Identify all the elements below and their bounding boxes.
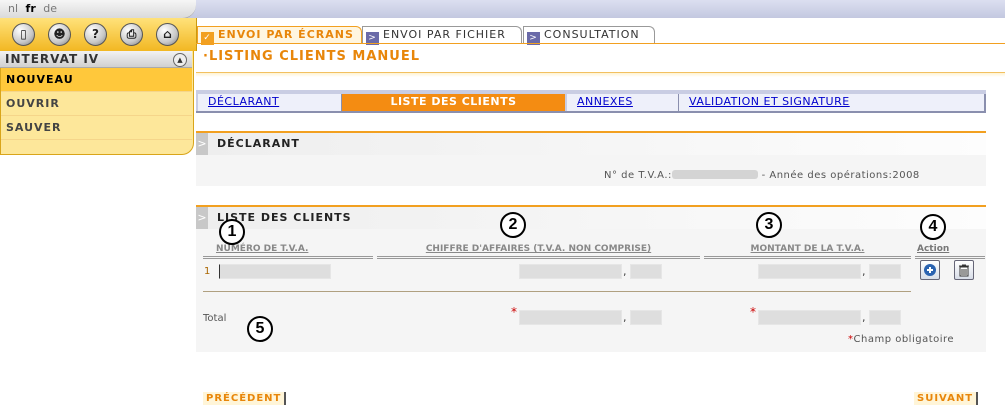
lang-fr[interactable]: fr <box>26 2 36 15</box>
vat-amount-cents-input[interactable] <box>869 264 901 279</box>
col-header-turnover: CHIFFRE D'AFFAIRES (T.V.A. NON COMPRISE) <box>377 242 700 259</box>
user-icon[interactable]: ☻ <box>48 23 71 46</box>
vat-number-redacted <box>671 170 758 179</box>
icon-toolbar: ▯ ☻ ? ⎙ ⌂ <box>0 18 197 51</box>
subtab-annexes[interactable]: ANNEXES <box>567 94 680 111</box>
lang-nl[interactable]: nl <box>8 2 18 15</box>
add-icon <box>924 264 936 276</box>
decimal-separator: , <box>623 265 627 278</box>
required-note: *Champ obligatoire <box>848 334 954 345</box>
total-label: Total <box>203 313 227 324</box>
subtab-validation-et-signature[interactable]: VALIDATION ET SIGNATURE <box>679 94 986 111</box>
year-text: - Année des opérations:2008 <box>761 170 920 181</box>
required-note-text: Champ obligatoire <box>853 334 955 345</box>
print-icon[interactable]: ⎙ <box>120 23 143 46</box>
title-divider <box>196 72 1005 77</box>
row-divider <box>203 291 911 292</box>
language-bar: nl fr de <box>0 0 196 19</box>
declarant-section: > DÉCLARANT N° de T.V.A.: - Année des op… <box>196 131 986 186</box>
chevron-right-icon: > <box>196 133 208 155</box>
required-marker: * <box>750 305 756 319</box>
decimal-separator: , <box>862 265 866 278</box>
declarant-info: N° de T.V.A.: - Année des opérations:200… <box>604 170 920 181</box>
callout-1: 1 <box>219 219 245 245</box>
subtab-declarant[interactable]: DÉCLARANT <box>198 94 343 111</box>
declarant-title: DÉCLARANT <box>217 137 300 150</box>
trash-icon <box>959 264 969 277</box>
turnover-input[interactable] <box>519 264 622 279</box>
exit-icon[interactable]: ▯ <box>12 23 35 46</box>
vat-number-input[interactable] <box>219 264 331 279</box>
required-marker: * <box>511 305 517 319</box>
total-turnover-cents-field <box>630 310 662 325</box>
sub-tabs: DÉCLARANT LISTE DES CLIENTS ANNEXES VALI… <box>196 90 986 113</box>
chevron-right-icon: > <box>196 207 208 229</box>
callout-4: 4 <box>920 214 946 240</box>
next-button[interactable]: SUIVANT <box>914 392 979 405</box>
callout-3: 3 <box>756 212 782 238</box>
vat-label: N° de T.V.A.: <box>604 170 672 181</box>
tab-label: ENVOI PAR ÉCRANS <box>218 28 354 41</box>
previous-button[interactable]: PRÉCÉDENT <box>203 392 287 405</box>
tab-envoi-par-ecrans[interactable]: ✓ ENVOI PAR ÉCRANS <box>197 26 362 45</box>
total-vat-cents-field <box>869 310 901 325</box>
home-icon[interactable]: ⌂ <box>156 23 179 46</box>
collapse-up-icon[interactable]: ▲ <box>173 53 187 67</box>
add-row-button[interactable] <box>920 260 940 280</box>
callout-5: 5 <box>247 316 273 342</box>
tab-consultation[interactable]: > CONSULTATION <box>523 26 655 45</box>
tab-label: CONSULTATION <box>544 28 640 41</box>
callout-2: 2 <box>500 212 526 238</box>
decimal-separator: , <box>623 311 627 324</box>
declarant-header: > DÉCLARANT <box>196 131 986 155</box>
menu-item-nouveau[interactable]: NOUVEAU <box>1 68 192 92</box>
menu-header: INTERVAT IV ▲ <box>0 51 192 68</box>
clients-header: > LISTE DES CLIENTS <box>196 205 986 229</box>
lang-de[interactable]: de <box>43 2 57 15</box>
col-header-vat-amount: MONTANT DE LA T.V.A. <box>704 242 911 259</box>
col-header-action: Action <box>915 242 985 259</box>
page-title: ·LISTING CLIENTS MANUEL <box>203 49 420 64</box>
decimal-separator: , <box>862 311 866 324</box>
total-turnover-field <box>519 310 622 325</box>
turnover-cents-input[interactable] <box>630 264 662 279</box>
menu-title: INTERVAT IV <box>5 52 100 66</box>
tab-label: ENVOI PAR FICHIER <box>383 28 506 41</box>
menu-item-ouvrir[interactable]: OUVRIR <box>1 92 192 116</box>
tab-underline <box>196 43 1005 44</box>
delete-row-button[interactable] <box>954 260 974 280</box>
row-number: 1 <box>204 266 211 277</box>
menu-item-sauver[interactable]: SAUVER <box>1 116 192 140</box>
total-vat-field <box>758 310 861 325</box>
help-icon[interactable]: ? <box>84 23 107 46</box>
subtab-liste-des-clients[interactable]: LISTE DES CLIENTS <box>342 94 565 111</box>
vat-amount-input[interactable] <box>758 264 861 279</box>
tab-envoi-par-fichier[interactable]: > ENVOI PAR FICHIER <box>362 26 522 45</box>
